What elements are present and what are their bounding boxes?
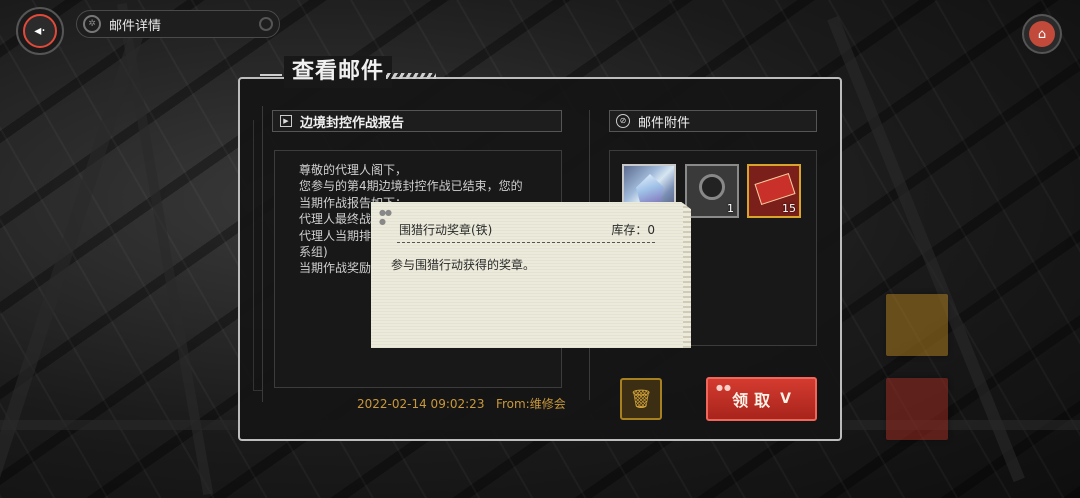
attachments-header: 邮件附件 bbox=[638, 115, 691, 131]
attachment-item-ticket[interactable]: 15 bbox=[747, 164, 801, 218]
trash-icon: 🗑 bbox=[629, 388, 653, 410]
header-ring-icon bbox=[259, 17, 273, 31]
attachment-item-medal[interactable]: 1 bbox=[685, 164, 739, 218]
mail-sender: From:维修会 bbox=[495, 397, 566, 411]
home-button[interactable]: ⌂ bbox=[1022, 14, 1062, 54]
header-title: 邮件详情 bbox=[109, 18, 162, 34]
play-icon: ▶ bbox=[280, 115, 292, 127]
item-count: 15 bbox=[782, 202, 796, 215]
header-title-pill: ✲ 邮件详情 bbox=[76, 10, 280, 38]
tooltip-item-name: 围猎行动奖章(铁) bbox=[399, 223, 493, 237]
back-button[interactable]: ◂· bbox=[16, 7, 64, 55]
claim-button[interactable]: ●● 领取 ᐯ bbox=[706, 377, 817, 421]
title-decor-stripes bbox=[386, 73, 436, 79]
attachments-header-bar: ⊘ 邮件附件 bbox=[609, 110, 817, 132]
delete-mail-button[interactable]: 🗑 bbox=[620, 378, 662, 420]
mail-subject-bar: ▶ 边境封控作战报告 bbox=[272, 110, 562, 132]
background-tile-yellow bbox=[886, 294, 948, 356]
attachment-icon: ⊘ bbox=[616, 114, 630, 128]
mail-datetime: 2022-02-14 09:02:23 bbox=[357, 397, 485, 411]
tooltip-stock: 库存：0 bbox=[611, 223, 655, 237]
ticket-icon bbox=[754, 172, 796, 206]
mail-body-line: 尊敬的代理人阁下， bbox=[299, 163, 408, 177]
tooltip-separator bbox=[397, 242, 655, 243]
item-tooltip: ●● ● 围猎行动奖章(铁) 库存：0 参与围猎行动获得的奖章。 bbox=[371, 202, 691, 348]
mail-subject: 边境封控作战报告 bbox=[300, 115, 405, 131]
mail-meta: 2022-02-14 09:02:23 From:维修会 bbox=[357, 395, 566, 412]
medal-icon bbox=[699, 174, 725, 200]
claim-label: 领取 bbox=[732, 391, 777, 410]
item-count: 1 bbox=[727, 202, 734, 215]
background-tile-red bbox=[886, 378, 948, 440]
film-reel-icon: ✲ bbox=[83, 15, 101, 33]
mail-body-line: 您参与的第4期边境封控作战已结束，您的 bbox=[299, 179, 523, 194]
tooltip-holes-icon: ●● ● bbox=[379, 208, 392, 226]
tooltip-torn-edge bbox=[683, 202, 691, 348]
double-chevron-icon: ᐯ bbox=[780, 391, 791, 407]
panel-title: 查看邮件 bbox=[284, 56, 393, 88]
back-arrow-icon: ◂· bbox=[23, 14, 57, 48]
tooltip-description: 参与围猎行动获得的奖章。 bbox=[391, 258, 536, 272]
home-icon: ⌂ bbox=[1029, 21, 1055, 47]
title-decor-dash bbox=[260, 74, 282, 76]
claim-decor-dots: ●● bbox=[716, 383, 732, 392]
